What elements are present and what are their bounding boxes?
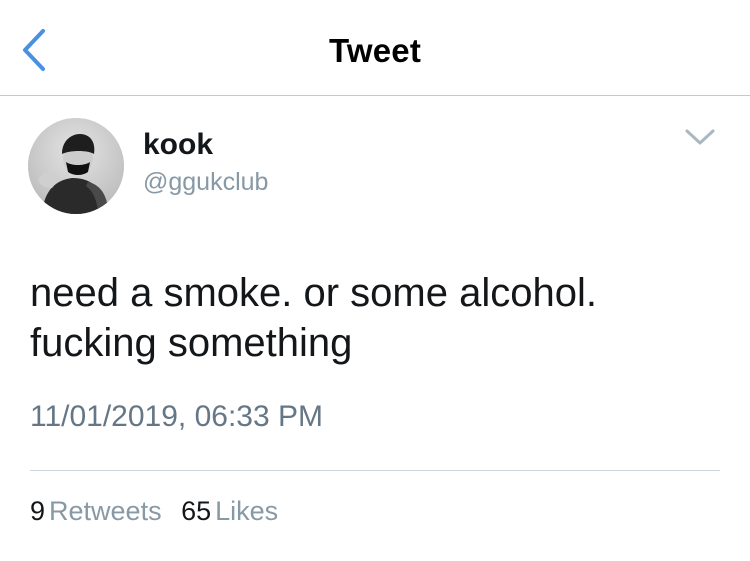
retweets-label: Retweets [49,496,162,526]
tweet-timestamp: 11/01/2019, 06:33 PM [30,400,323,433]
more-options-button[interactable] [680,122,720,152]
tweet-header: kook @ggukclub [28,118,728,218]
tweet-text: need a smoke. or some alcohol. fucking s… [30,268,720,368]
tweet-text-line: need a smoke. or some alcohol. [30,271,597,315]
likes-count: 65 [181,496,212,526]
divider [30,470,720,471]
page-title: Tweet [328,32,422,69]
tweet-text-line: fucking something [30,321,353,365]
display-name[interactable]: kook [143,128,213,162]
retweets-stat[interactable]: 9 Retweets [30,496,162,527]
user-handle[interactable]: @ggukclub [143,168,268,197]
likes-stat[interactable]: 65 Likes [181,496,278,527]
chevron-down-icon [685,129,715,145]
avatar-photo [28,118,124,214]
avatar[interactable] [28,118,124,214]
navigation-bar: Tweet [0,0,750,96]
likes-label: Likes [215,496,279,526]
retweets-count: 9 [30,496,46,526]
tweet-stats: 9 Retweets 65 Likes [30,496,290,527]
